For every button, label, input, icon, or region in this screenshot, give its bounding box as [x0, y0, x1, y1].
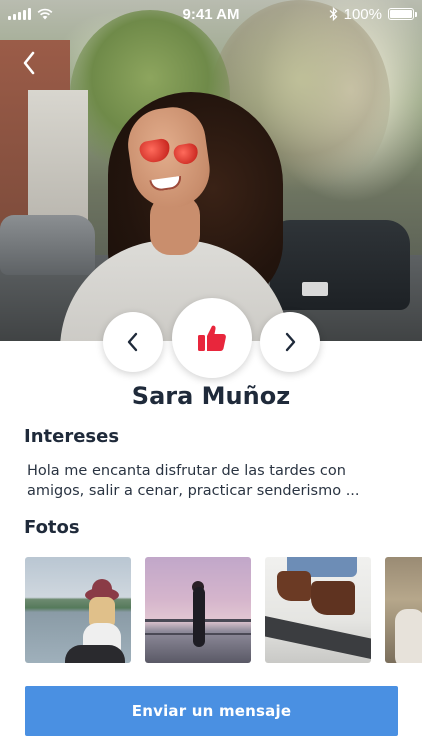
photo-background-car [0, 215, 95, 275]
chevron-left-icon [127, 332, 138, 352]
gallery-photo-boots[interactable] [265, 557, 371, 663]
interests-heading: Intereses [24, 426, 120, 447]
chevron-right-icon [285, 332, 296, 352]
profile-bio: Hola me encanta disfrutar de las tardes … [27, 463, 360, 499]
chevron-left-icon [23, 51, 35, 75]
photos-heading: Fotos [24, 517, 80, 538]
send-message-button[interactable]: Enviar un mensaje [25, 686, 398, 736]
status-time: 9:41 AM [182, 5, 240, 23]
signal-icon [8, 8, 31, 20]
profile-name: Sara Muñoz [131, 382, 291, 410]
photo-background-plate [302, 282, 328, 296]
status-left [8, 8, 158, 20]
battery-percent: 100% [343, 5, 382, 23]
photo-background-car [270, 220, 410, 310]
photo-curb [265, 614, 371, 663]
gallery-photo-partial[interactable] [385, 557, 422, 663]
photo-gallery[interactable] [25, 557, 422, 664]
photo-boot [311, 581, 355, 615]
wifi-icon [37, 8, 53, 20]
next-profile-button[interactable] [260, 312, 320, 372]
previous-profile-button[interactable] [103, 312, 163, 372]
photo-person [395, 609, 422, 663]
profile-photo [0, 0, 422, 341]
gallery-photo-lakeside[interactable] [25, 557, 131, 663]
back-button[interactable] [14, 46, 44, 80]
thumbs-up-icon [198, 325, 226, 351]
photo-boot [277, 571, 311, 601]
photo-skirt [65, 645, 125, 663]
status-bar: 9:41 AM 100% [0, 0, 422, 28]
status-right: 100% [264, 5, 417, 23]
bluetooth-icon [329, 7, 338, 21]
battery-icon [388, 8, 417, 20]
photo-person [193, 587, 205, 647]
gallery-photo-sunset[interactable] [145, 557, 251, 663]
like-button[interactable] [172, 298, 252, 378]
